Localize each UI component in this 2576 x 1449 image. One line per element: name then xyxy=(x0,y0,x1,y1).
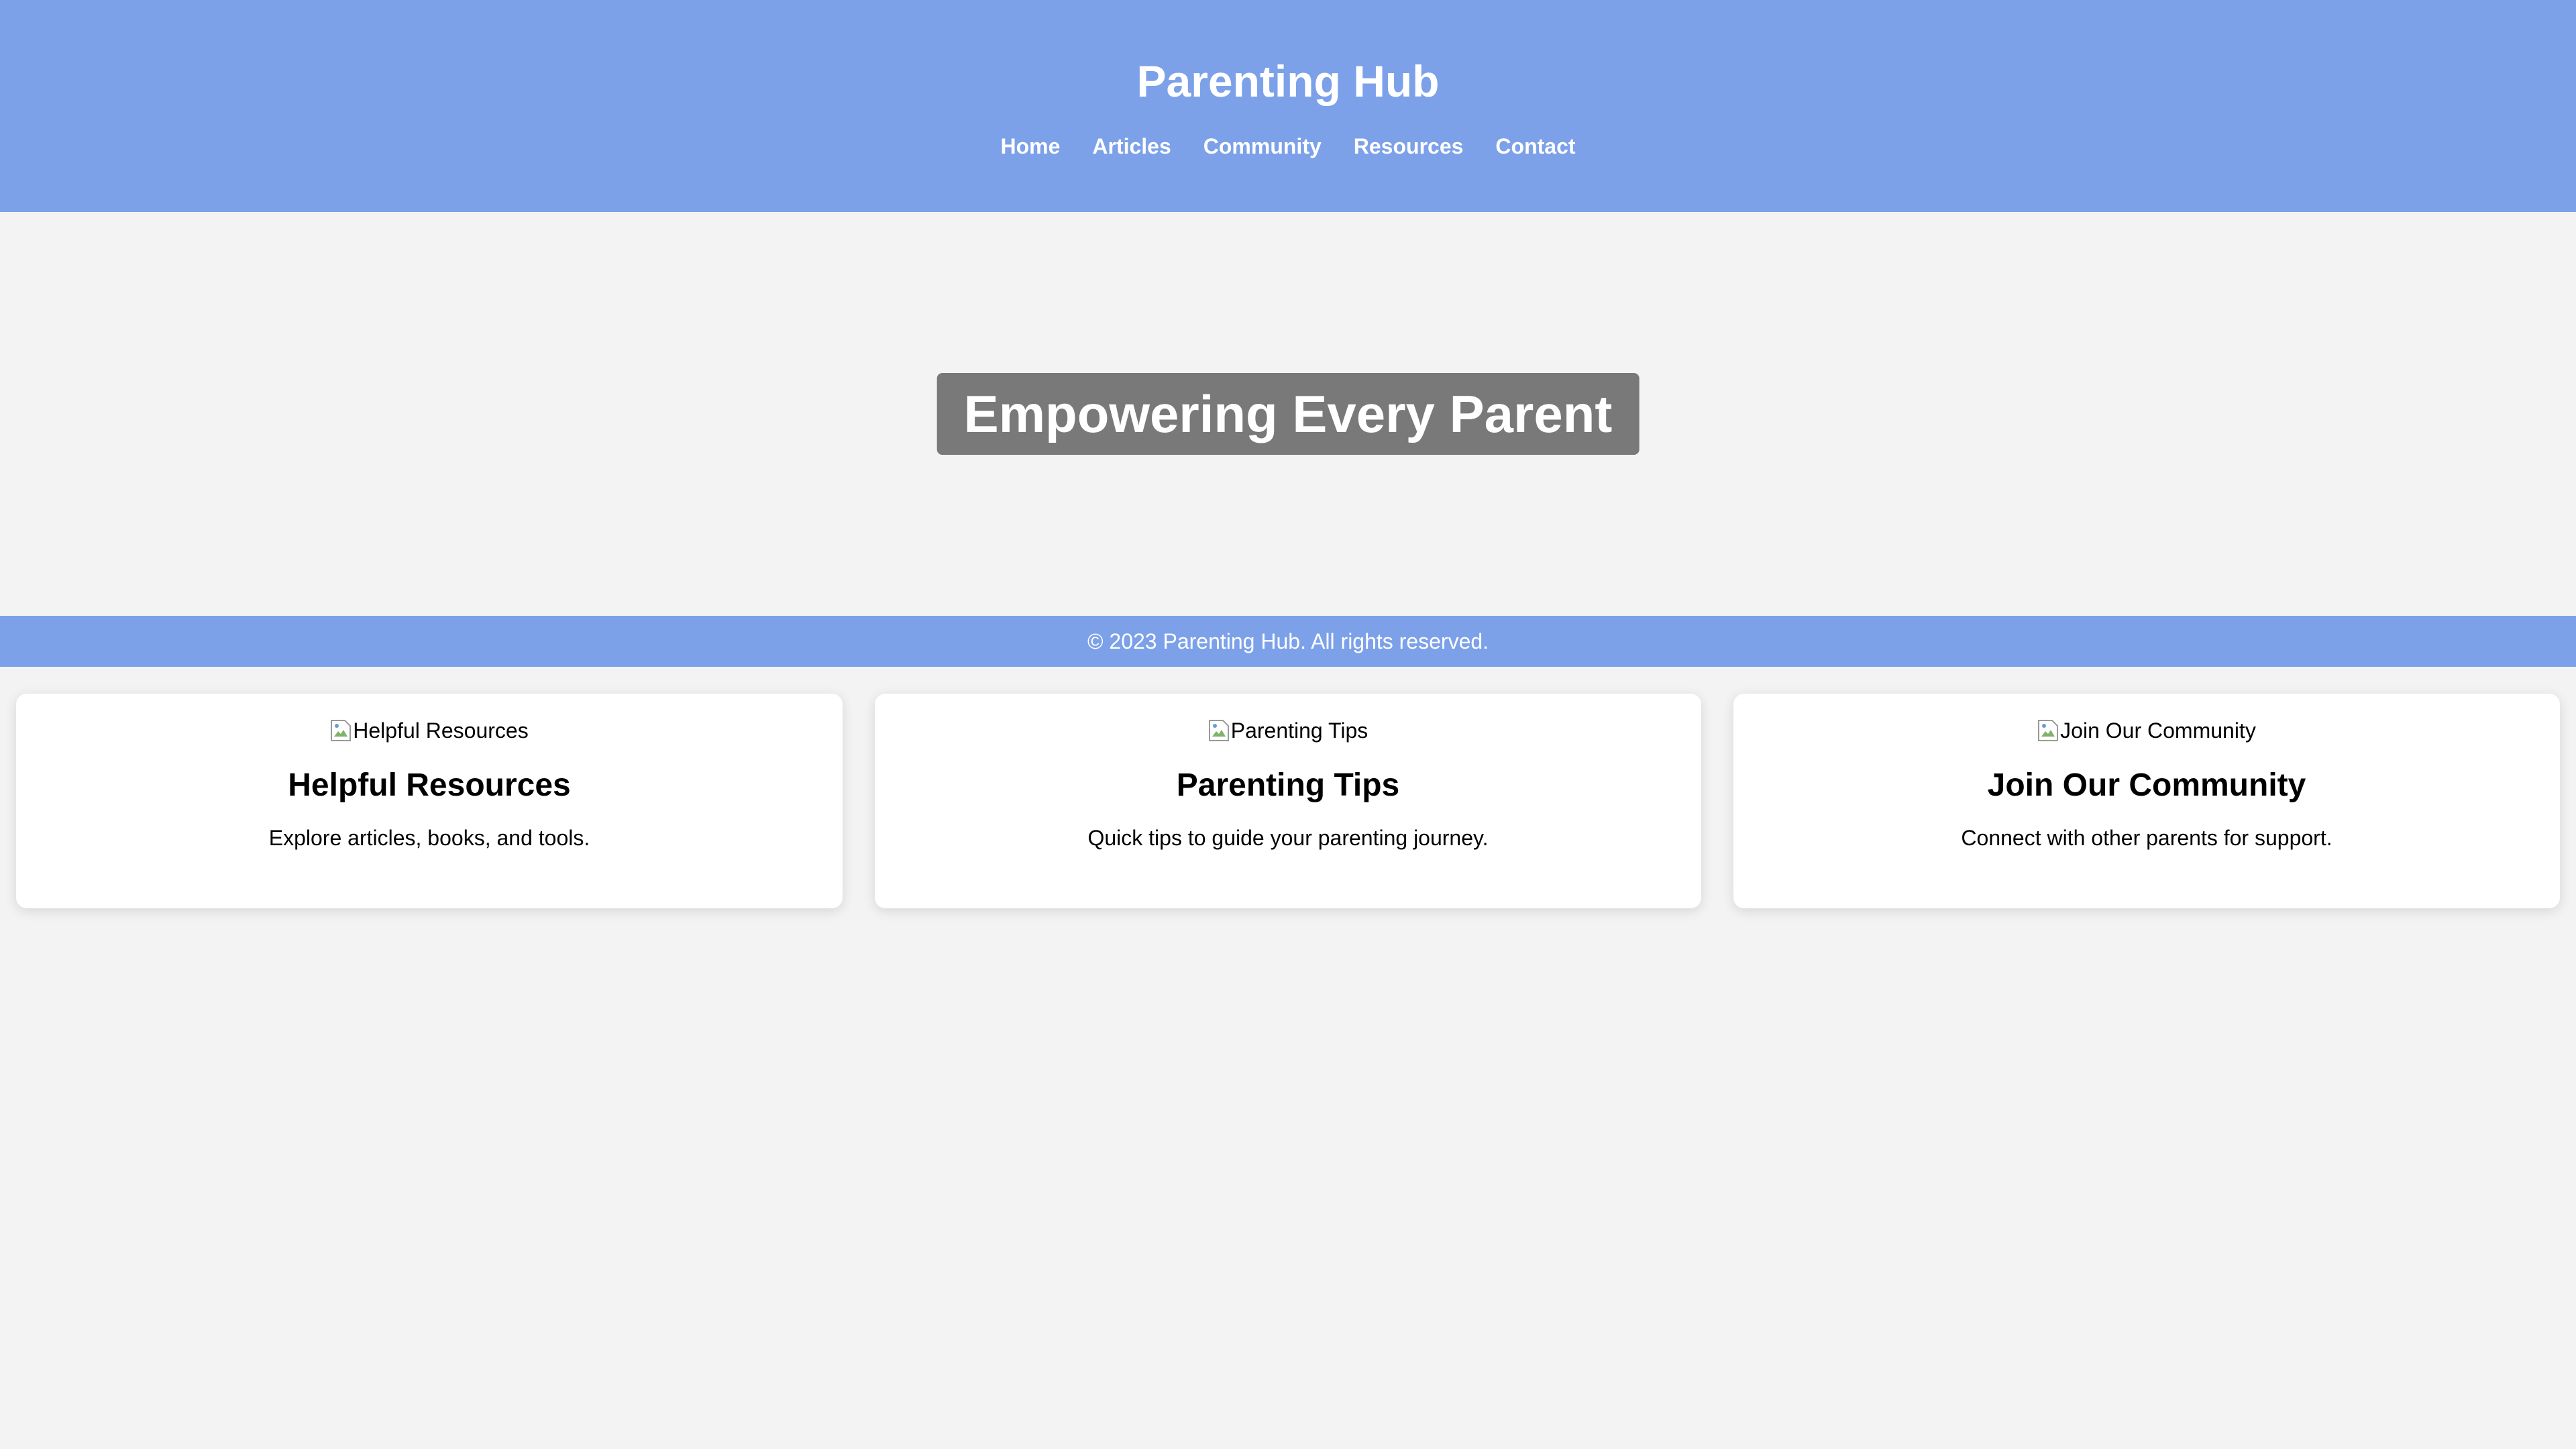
hero-section: Empowering Every Parent xyxy=(0,212,2576,616)
card-image: Helpful Resources xyxy=(330,716,529,745)
broken-image-icon xyxy=(1208,720,1229,741)
card-title: Join Our Community xyxy=(1987,767,2306,803)
card-parenting-tips: Parenting Tips Parenting Tips Quick tips… xyxy=(875,694,1701,908)
main-nav: Home Articles Community Resources Contac… xyxy=(0,131,2576,161)
site-footer: © 2023 Parenting Hub. All rights reserve… xyxy=(0,616,2576,667)
nav-link-articles[interactable]: Articles xyxy=(1076,131,1187,161)
card-image-alt: Join Our Community xyxy=(2060,718,2256,743)
hero-heading: Empowering Every Parent xyxy=(936,373,1640,455)
card-image: Parenting Tips xyxy=(1208,716,1368,745)
site-title: Parenting Hub xyxy=(1136,56,1440,106)
card-title: Parenting Tips xyxy=(1176,767,1400,803)
broken-image-icon xyxy=(2038,720,2059,741)
card-image-alt: Helpful Resources xyxy=(353,718,529,743)
card-helpful-resources: Helpful Resources Helpful Resources Expl… xyxy=(16,694,843,908)
card-description: Connect with other parents for support. xyxy=(1961,826,2332,850)
nav-link-home[interactable]: Home xyxy=(984,131,1076,161)
feature-cards: Helpful Resources Helpful Resources Expl… xyxy=(16,694,2560,908)
card-join-community: Join Our Community Join Our Community Co… xyxy=(1733,694,2560,908)
card-description: Explore articles, books, and tools. xyxy=(268,826,590,850)
nav-link-resources[interactable]: Resources xyxy=(1338,131,1480,161)
nav-link-community[interactable]: Community xyxy=(1187,131,1338,161)
broken-image-icon xyxy=(331,720,352,741)
footer-copyright: © 2023 Parenting Hub. All rights reserve… xyxy=(1087,629,1489,653)
nav-link-contact[interactable]: Contact xyxy=(1479,131,1591,161)
site-header: Parenting Hub Home Articles Community Re… xyxy=(0,0,2576,212)
card-image-alt: Parenting Tips xyxy=(1230,718,1368,743)
card-image: Join Our Community xyxy=(2037,716,2256,745)
card-title: Helpful Resources xyxy=(288,767,571,803)
card-description: Quick tips to guide your parenting journ… xyxy=(1087,826,1489,850)
